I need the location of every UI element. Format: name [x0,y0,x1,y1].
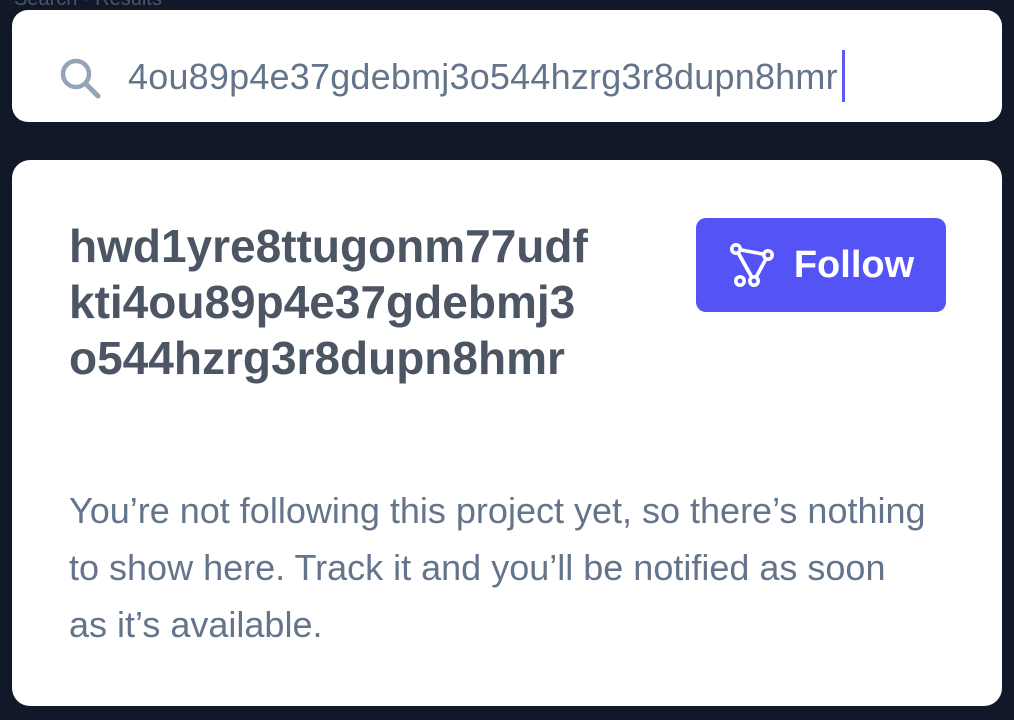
search-bar[interactable]: 4ou89p4e37gdebmj3o544hzrg3r8dupn8hmr [12,10,1002,122]
follow-button-label: Follow [793,243,915,286]
empty-state-message: You’re not following this project yet, s… [69,490,926,645]
text-caret [841,50,845,103]
follow-button[interactable]: Follow [696,218,946,312]
search-icon [60,58,101,99]
track-graph-icon [729,243,774,287]
project-title: hwd1yre8ttugonm77udfkti4ou89p4e37gdebmj3… [69,220,588,384]
app-root: Search · Results 4ou89p4e37gdebmj3o544hz… [0,0,1014,720]
search-input[interactable]: 4ou89p4e37gdebmj3o544hzrg3r8dupn8hmr [128,47,845,107]
project-card: hwd1yre8ttugonm77udfkti4ou89p4e37gdebmj3… [12,160,1002,706]
search-query: 4ou89p4e37gdebmj3o544hzrg3r8dupn8hmr [128,56,838,97]
